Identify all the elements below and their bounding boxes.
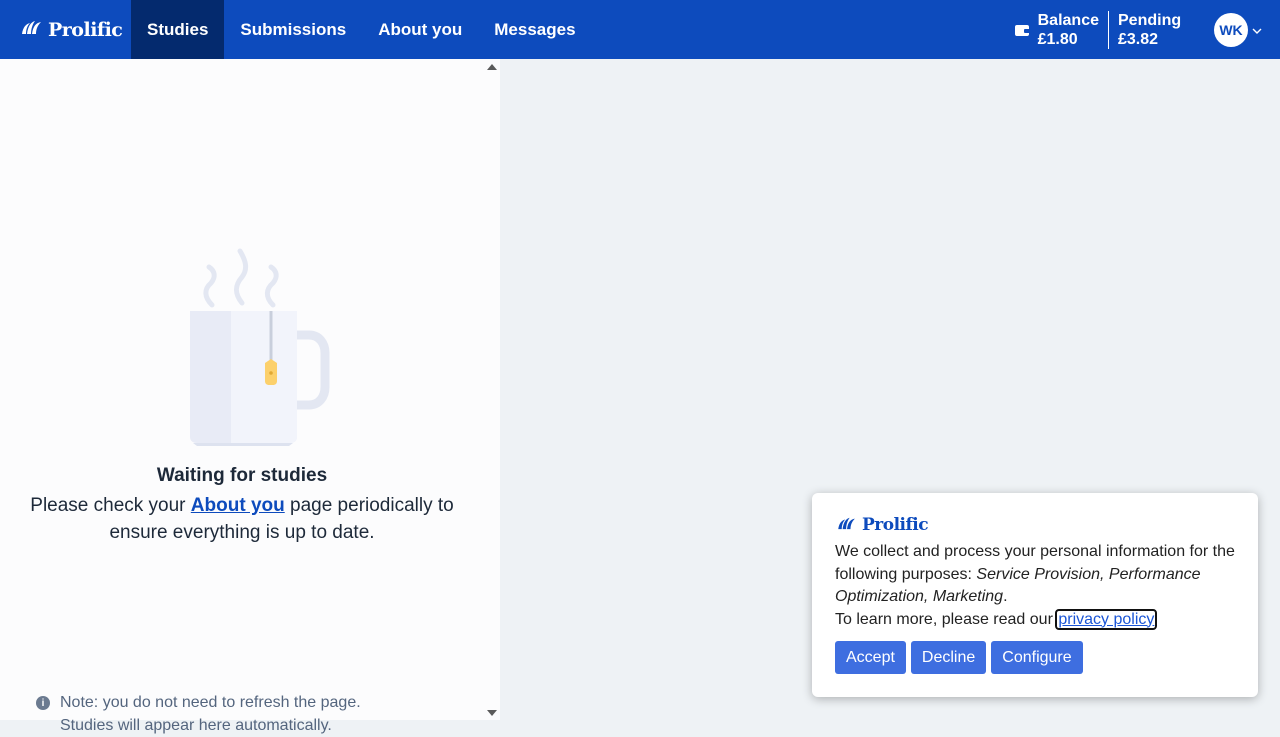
refresh-note: i Note: you do not need to refresh the p…	[36, 691, 456, 737]
empty-state-desc-before: Please check your	[30, 495, 191, 516]
tea-mug-illustration	[185, 247, 330, 454]
cookie-prolific-logo: Prolific	[835, 515, 1236, 535]
top-navigation-bar: Prolific Studies Submissions About you M…	[0, 0, 1280, 59]
pending-display[interactable]: Pending £3.82	[1109, 11, 1198, 49]
main-nav: Studies Submissions About you Messages	[131, 0, 592, 59]
configure-button[interactable]: Configure	[991, 641, 1083, 674]
cookie-consent-dialog: Prolific We collect and process your per…	[812, 493, 1258, 697]
studies-panel: Waiting for studies Please check your Ab…	[0, 59, 500, 734]
account-menu[interactable]: WK	[1214, 12, 1262, 47]
note-line-1: Note: you do not need to refresh the pag…	[60, 694, 361, 711]
empty-state-title: Waiting for studies	[156, 465, 328, 486]
note-line-2: Studies will appear here automatically.	[60, 717, 332, 734]
cookie-buttons: Accept Decline Configure	[835, 641, 1236, 674]
prolific-leaf-icon	[835, 516, 859, 535]
nav-about-you[interactable]: About you	[362, 0, 478, 59]
scroll-down-arrow-icon[interactable]	[487, 710, 497, 716]
empty-state-description: Please check your About you page periodi…	[0, 492, 484, 546]
cookie-period: .	[1003, 588, 1008, 605]
cookie-brand-name: Prolific	[862, 515, 929, 535]
info-icon: i	[36, 696, 50, 710]
balance-label: Balance	[1037, 11, 1099, 29]
brand-name: Prolific	[48, 18, 123, 41]
account-area: Balance £1.80 Pending £3.82 WK	[1014, 0, 1280, 59]
chevron-down-icon	[1252, 21, 1262, 39]
wallet-icon	[1014, 23, 1030, 37]
pending-value: £3.82	[1118, 30, 1159, 48]
scroll-up-arrow-icon[interactable]	[487, 64, 497, 70]
nav-studies[interactable]: Studies	[131, 0, 225, 59]
pending-label: Pending	[1118, 11, 1182, 29]
nav-submissions[interactable]: Submissions	[224, 0, 362, 59]
privacy-policy-link[interactable]: privacy policy	[1055, 608, 1158, 630]
balance-value: £1.80	[1037, 30, 1078, 48]
about-you-link[interactable]: About you	[191, 495, 285, 516]
prolific-leaf-icon	[20, 19, 44, 40]
scrollbar[interactable]	[484, 59, 500, 720]
avatar: WK	[1214, 12, 1248, 47]
cookie-message: We collect and process your personal inf…	[835, 541, 1236, 631]
decline-button[interactable]: Decline	[910, 641, 987, 674]
accept-button[interactable]: Accept	[835, 641, 906, 674]
prolific-logo[interactable]: Prolific	[0, 0, 131, 59]
nav-messages[interactable]: Messages	[478, 0, 591, 59]
cookie-learn-more: To learn more, please read our	[835, 610, 1058, 628]
balance-display[interactable]: Balance £1.80	[1037, 10, 1109, 49]
